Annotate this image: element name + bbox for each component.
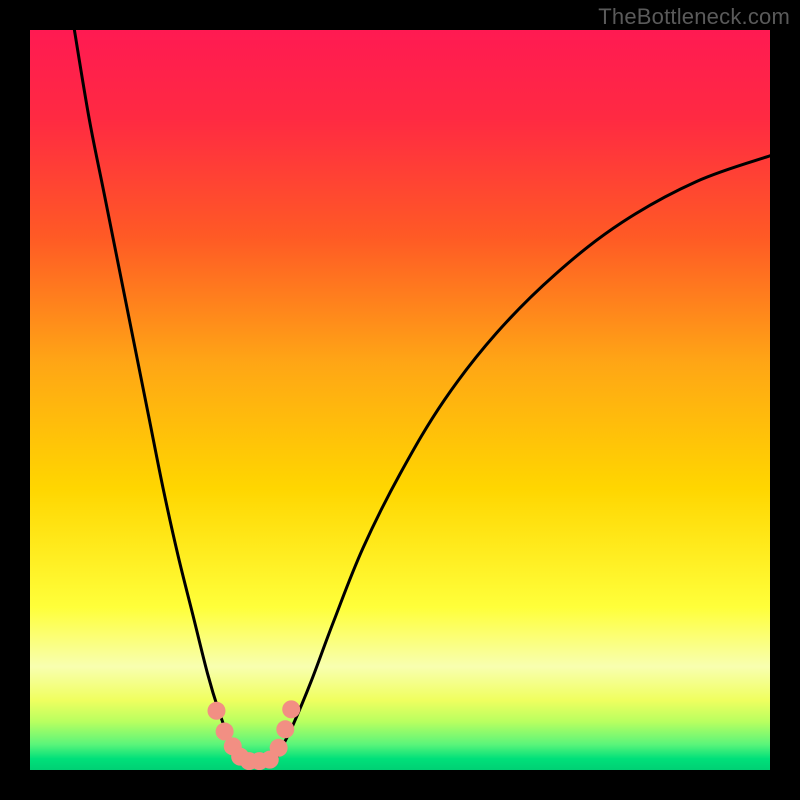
gradient-background [30,30,770,770]
marker-dot [270,739,288,757]
watermark-text: TheBottleneck.com [598,4,790,30]
plot-area [30,30,770,770]
chart-frame: TheBottleneck.com [0,0,800,800]
marker-dot [276,720,294,738]
marker-dot [207,702,225,720]
marker-dot [282,700,300,718]
chart-svg [30,30,770,770]
